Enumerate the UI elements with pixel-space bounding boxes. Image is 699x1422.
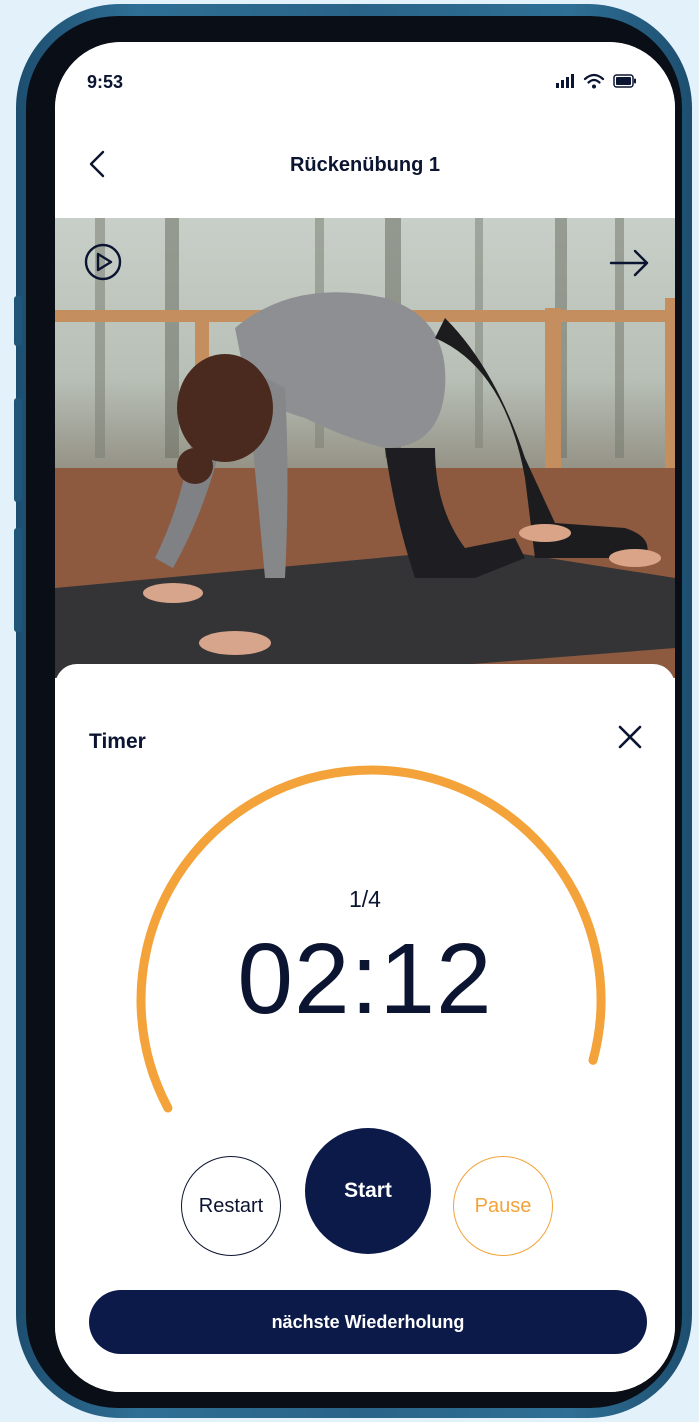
timer-display: 02:12 bbox=[237, 923, 493, 1035]
battery-icon bbox=[613, 74, 636, 88]
phone-volume-up-button bbox=[14, 398, 22, 502]
next-repetition-button[interactable]: nächste Wiederholung bbox=[89, 1290, 647, 1354]
page-title: Rückenübung 1 bbox=[289, 154, 440, 176]
phone-silent-switch bbox=[14, 296, 22, 346]
start-button-label: Start bbox=[344, 1179, 392, 1202]
repetition-counter: 1/4 bbox=[349, 886, 381, 912]
pause-button[interactable]: Pause bbox=[453, 1156, 553, 1256]
next-repetition-label: nächste Wiederholung bbox=[271, 1311, 465, 1332]
app-screen: 9:53 Rückenübung 1 Timer 1/4 02:12 Resta… bbox=[55, 42, 675, 1392]
status-time: 9:53 bbox=[87, 72, 124, 92]
signal-icon bbox=[556, 74, 574, 88]
arrow-right-icon[interactable] bbox=[607, 246, 653, 280]
app-header: 9:53 Rückenübung 1 bbox=[55, 42, 675, 218]
pause-button-label: Pause bbox=[474, 1194, 532, 1217]
wifi-icon bbox=[583, 73, 605, 89]
play-circle-icon[interactable] bbox=[83, 242, 123, 282]
exercise-illustration bbox=[55, 218, 675, 678]
timer-card: Timer 1/4 02:12 Restart Start Pause näch… bbox=[55, 664, 675, 1392]
status-icons bbox=[555, 73, 637, 89]
exercise-photo bbox=[55, 218, 675, 678]
phone-volume-down-button bbox=[14, 528, 22, 632]
restart-button[interactable]: Restart bbox=[181, 1156, 281, 1256]
restart-button-label: Restart bbox=[198, 1194, 264, 1217]
start-button[interactable]: Start bbox=[305, 1128, 431, 1254]
